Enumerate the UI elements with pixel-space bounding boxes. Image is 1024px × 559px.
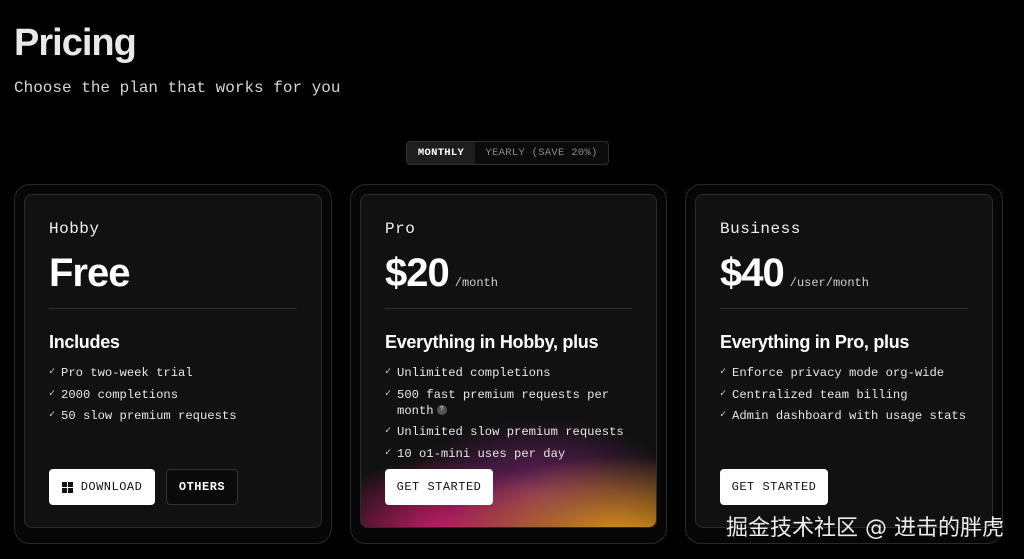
feature-item: ✓ 10 o1-mini uses per day [385,446,566,461]
get-started-button[interactable]: GET STARTED [385,469,493,505]
plan-card-pro-frame: Pro $20 /month Everything in Hobby, plus… [350,184,667,544]
check-icon: ✓ [385,388,392,400]
check-icon: ✓ [720,410,727,421]
feature-item: ✓ Pro two-week trial [49,366,193,380]
price-row: Free [49,251,130,296]
plan-name: Pro [385,220,416,238]
monthly-toggle-option[interactable]: MONTHLY [407,142,475,164]
check-icon: ✓ [49,367,56,378]
check-icon: ✓ [385,447,392,459]
plan-card-hobby: Hobby Free Includes ✓ Pro two-week trial … [24,194,322,528]
plan-name: Business [720,220,801,238]
watermark: 掘金技术社区 @ 进击的胖虎 [726,516,1004,541]
download-button[interactable]: DOWNLOAD [49,469,155,505]
check-icon: ✓ [385,367,392,378]
feature-list: ✓ Unlimited completions ✓ 500 fast premium… [385,365,636,467]
plan-price: Free [49,251,130,295]
feature-item: ✓ Unlimited slow premium requests [385,425,624,439]
plan-card-pro: Pro $20 /month Everything in Hobby, plus… [360,194,657,528]
plan-price: $40 [720,251,785,295]
get-started-button[interactable]: GET STARTED [720,469,828,505]
plan-name: Hobby [49,220,100,238]
page-title: Pricing [14,22,137,64]
price-period: /user/month [789,276,869,290]
billing-toggle: MONTHLY YEARLY (SAVE 20%) [406,141,609,165]
feature-item: ✓ 2000 completions [49,387,179,402]
plan-card-business: Business $40 /user/month Everything in P… [695,194,993,528]
feature-item: ✓ Admin dashboard with usage stats [720,409,967,423]
plan-card-hobby-frame: Hobby Free Includes ✓ Pro two-week trial … [14,184,332,544]
page-subtitle: Choose the plan that works for you [14,79,341,97]
divider [385,308,632,309]
pricing-page: Pricing Choose the plan that works for y… [0,0,1024,559]
price-period: /month [454,276,498,290]
check-icon: ✓ [720,388,727,400]
price-row: $40 /user/month [720,251,869,296]
price-row: $20 /month [385,251,498,296]
divider [720,308,968,309]
includes-heading: Everything in Hobby, plus [385,332,599,352]
check-icon: ✓ [385,426,392,437]
yearly-toggle-option[interactable]: YEARLY (SAVE 20%) [475,142,608,164]
windows-icon [61,481,73,493]
check-icon: ✓ [49,410,56,421]
feature-list: ✓ Enforce privacy mode org-wide ✓ Centrali… [720,365,972,430]
feature-item: ✓ 500 fast premium requests per month? [385,387,610,418]
feature-item: ✓ Enforce privacy mode org-wide [720,366,945,380]
feature-list: ✓ Pro two-week trial ✓ 2000 completions ✓ 5… [49,365,301,430]
divider [49,308,297,309]
plan-price: $20 [385,251,450,295]
includes-heading: Everything in Pro, plus [720,332,910,352]
feature-item: ✓ 50 slow premium requests [49,409,237,423]
check-icon: ✓ [49,388,56,400]
check-icon: ✓ [720,367,727,378]
others-button[interactable]: OTHERS [166,469,238,505]
help-icon[interactable]: ? [436,405,447,416]
includes-heading: Includes [49,332,120,352]
feature-item: ✓ Unlimited completions [385,366,551,380]
plan-card-business-frame: Business $40 /user/month Everything in P… [685,184,1003,544]
feature-item: ✓ Centralized team billing [720,387,908,402]
